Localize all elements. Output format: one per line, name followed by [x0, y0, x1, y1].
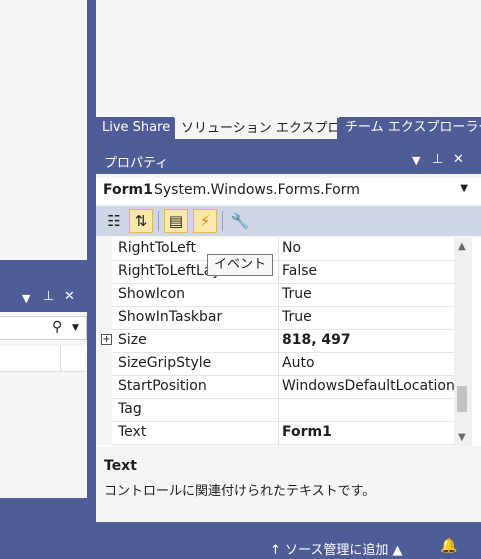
events-bolt-icon[interactable]: ⚡ — [193, 209, 217, 233]
column-divider — [278, 284, 279, 307]
toolbar-separator — [222, 211, 223, 231]
column-divider — [278, 399, 279, 422]
description-pane: Text コントロールに関連付けられたテキストです。 — [96, 450, 481, 522]
column-divider — [278, 307, 279, 330]
column-divider — [60, 346, 61, 372]
editor-area-left — [0, 0, 87, 260]
column-divider — [278, 330, 279, 353]
row-gutter — [96, 238, 112, 261]
left-panel: ⚲ ▼ — [0, 312, 87, 498]
column-divider — [278, 353, 279, 376]
property-row[interactable]: SizeGripStyle Auto — [96, 353, 456, 376]
close-icon[interactable]: ✕ — [453, 152, 464, 167]
description-text: コントロールに関連付けられたテキストです。 — [104, 484, 376, 499]
search-icon[interactable]: ⚲ — [52, 319, 62, 335]
property-row[interactable]: RightToLeftLayout False — [96, 261, 456, 284]
property-name: ShowInTaskbar — [118, 309, 223, 325]
property-grid: RightToLeft No RightToLeftLayout False S… — [96, 238, 481, 446]
property-row[interactable]: ShowInTaskbar True — [96, 307, 456, 330]
status-bar: ↑ ソース管理に追加 ▲ 🔔 — [0, 537, 481, 559]
property-name: Tag — [118, 401, 142, 417]
properties-title-bar: プロパティ ▼ ⊥ ✕ — [96, 150, 481, 174]
search-input[interactable]: ⚲ ▼ — [0, 316, 87, 340]
tab-live-share[interactable]: Live Share — [96, 117, 174, 139]
property-value[interactable]: No — [282, 240, 301, 256]
toolbar-separator — [158, 211, 159, 231]
property-row[interactable]: ShowIcon True — [96, 284, 456, 307]
vertical-scrollbar[interactable]: ▲ ▼ — [454, 238, 472, 446]
property-value[interactable]: False — [282, 263, 317, 279]
chevron-down-icon[interactable]: ▼ — [72, 323, 79, 333]
property-row[interactable]: Tag — [96, 399, 456, 422]
property-value[interactable]: WindowsDefaultLocation — [282, 378, 455, 394]
close-icon[interactable]: ✕ — [64, 289, 75, 304]
scroll-down-icon[interactable]: ▼ — [458, 432, 466, 443]
row-gutter — [96, 307, 112, 330]
object-selector[interactable]: Form1 System.Windows.Forms.Form ▼ — [96, 178, 481, 204]
list-header — [0, 346, 87, 372]
pin-icon[interactable]: ⊥ — [43, 289, 54, 304]
property-value[interactable]: Form1 — [282, 424, 332, 440]
dropdown-icon[interactable]: ▼ — [22, 292, 30, 305]
bell-icon[interactable]: 🔔 — [440, 538, 457, 554]
row-gutter — [96, 261, 112, 284]
object-name: Form1 — [103, 182, 153, 198]
column-divider — [278, 238, 279, 261]
properties-toolbar: ☷ ⇅ ▤ ⚡ 🔧 — [96, 206, 481, 236]
properties-icon[interactable]: ▤ — [164, 209, 188, 233]
solution-explorer-area — [96, 0, 481, 118]
categorized-icon[interactable]: ☷ — [102, 209, 126, 233]
property-name: StartPosition — [118, 378, 207, 394]
row-gutter — [96, 399, 112, 422]
property-name: ShowIcon — [118, 286, 186, 302]
row-gutter — [96, 284, 112, 307]
wrench-icon[interactable]: 🔧 — [228, 209, 252, 233]
dropdown-icon[interactable]: ▼ — [412, 154, 420, 167]
property-row[interactable]: RightToLeft No — [96, 238, 456, 261]
scroll-thumb[interactable] — [457, 386, 467, 412]
property-value[interactable]: True — [282, 309, 312, 325]
property-value[interactable]: Auto — [282, 355, 315, 371]
property-value[interactable]: 818, 497 — [282, 332, 351, 348]
pin-icon[interactable]: ⊥ — [432, 152, 443, 167]
property-name: RightToLeft — [118, 240, 196, 256]
column-divider — [278, 376, 279, 399]
add-to-source-control-button[interactable]: ↑ ソース管理に追加 ▲ — [270, 539, 403, 558]
alphabetical-icon[interactable]: ⇅ — [129, 209, 153, 233]
row-gutter — [96, 376, 112, 399]
object-type: System.Windows.Forms.Form — [154, 182, 360, 198]
left-panel-title-bar: ▼ ⊥ ✕ — [0, 288, 87, 310]
expand-plus-icon[interactable]: + — [101, 334, 112, 345]
property-name: Size — [118, 332, 147, 348]
property-value[interactable]: True — [282, 286, 312, 302]
tooltip: イベント — [207, 254, 274, 276]
row-gutter — [96, 353, 112, 376]
tab-team-explorer[interactable]: チーム エクスプローラー — [339, 117, 481, 139]
property-name: Text — [118, 424, 147, 440]
property-row[interactable]: + Size 818, 497 — [96, 330, 456, 353]
properties-title: プロパティ — [104, 156, 169, 171]
tab-solution-explorer[interactable]: ソリューション エクスプロ... — [175, 117, 337, 139]
property-row[interactable]: Text Form1 — [96, 422, 456, 445]
chevron-down-icon[interactable]: ▼ — [460, 183, 468, 194]
description-title: Text — [104, 458, 137, 474]
column-divider — [278, 261, 279, 284]
property-row[interactable]: StartPosition WindowsDefaultLocation — [96, 376, 456, 399]
row-gutter — [96, 422, 112, 445]
column-divider — [278, 422, 279, 445]
property-name: SizeGripStyle — [118, 355, 212, 371]
properties-panel: Form1 System.Windows.Forms.Form ▼ ☷ ⇅ ▤ … — [96, 174, 481, 522]
scroll-up-icon[interactable]: ▲ — [458, 241, 466, 252]
